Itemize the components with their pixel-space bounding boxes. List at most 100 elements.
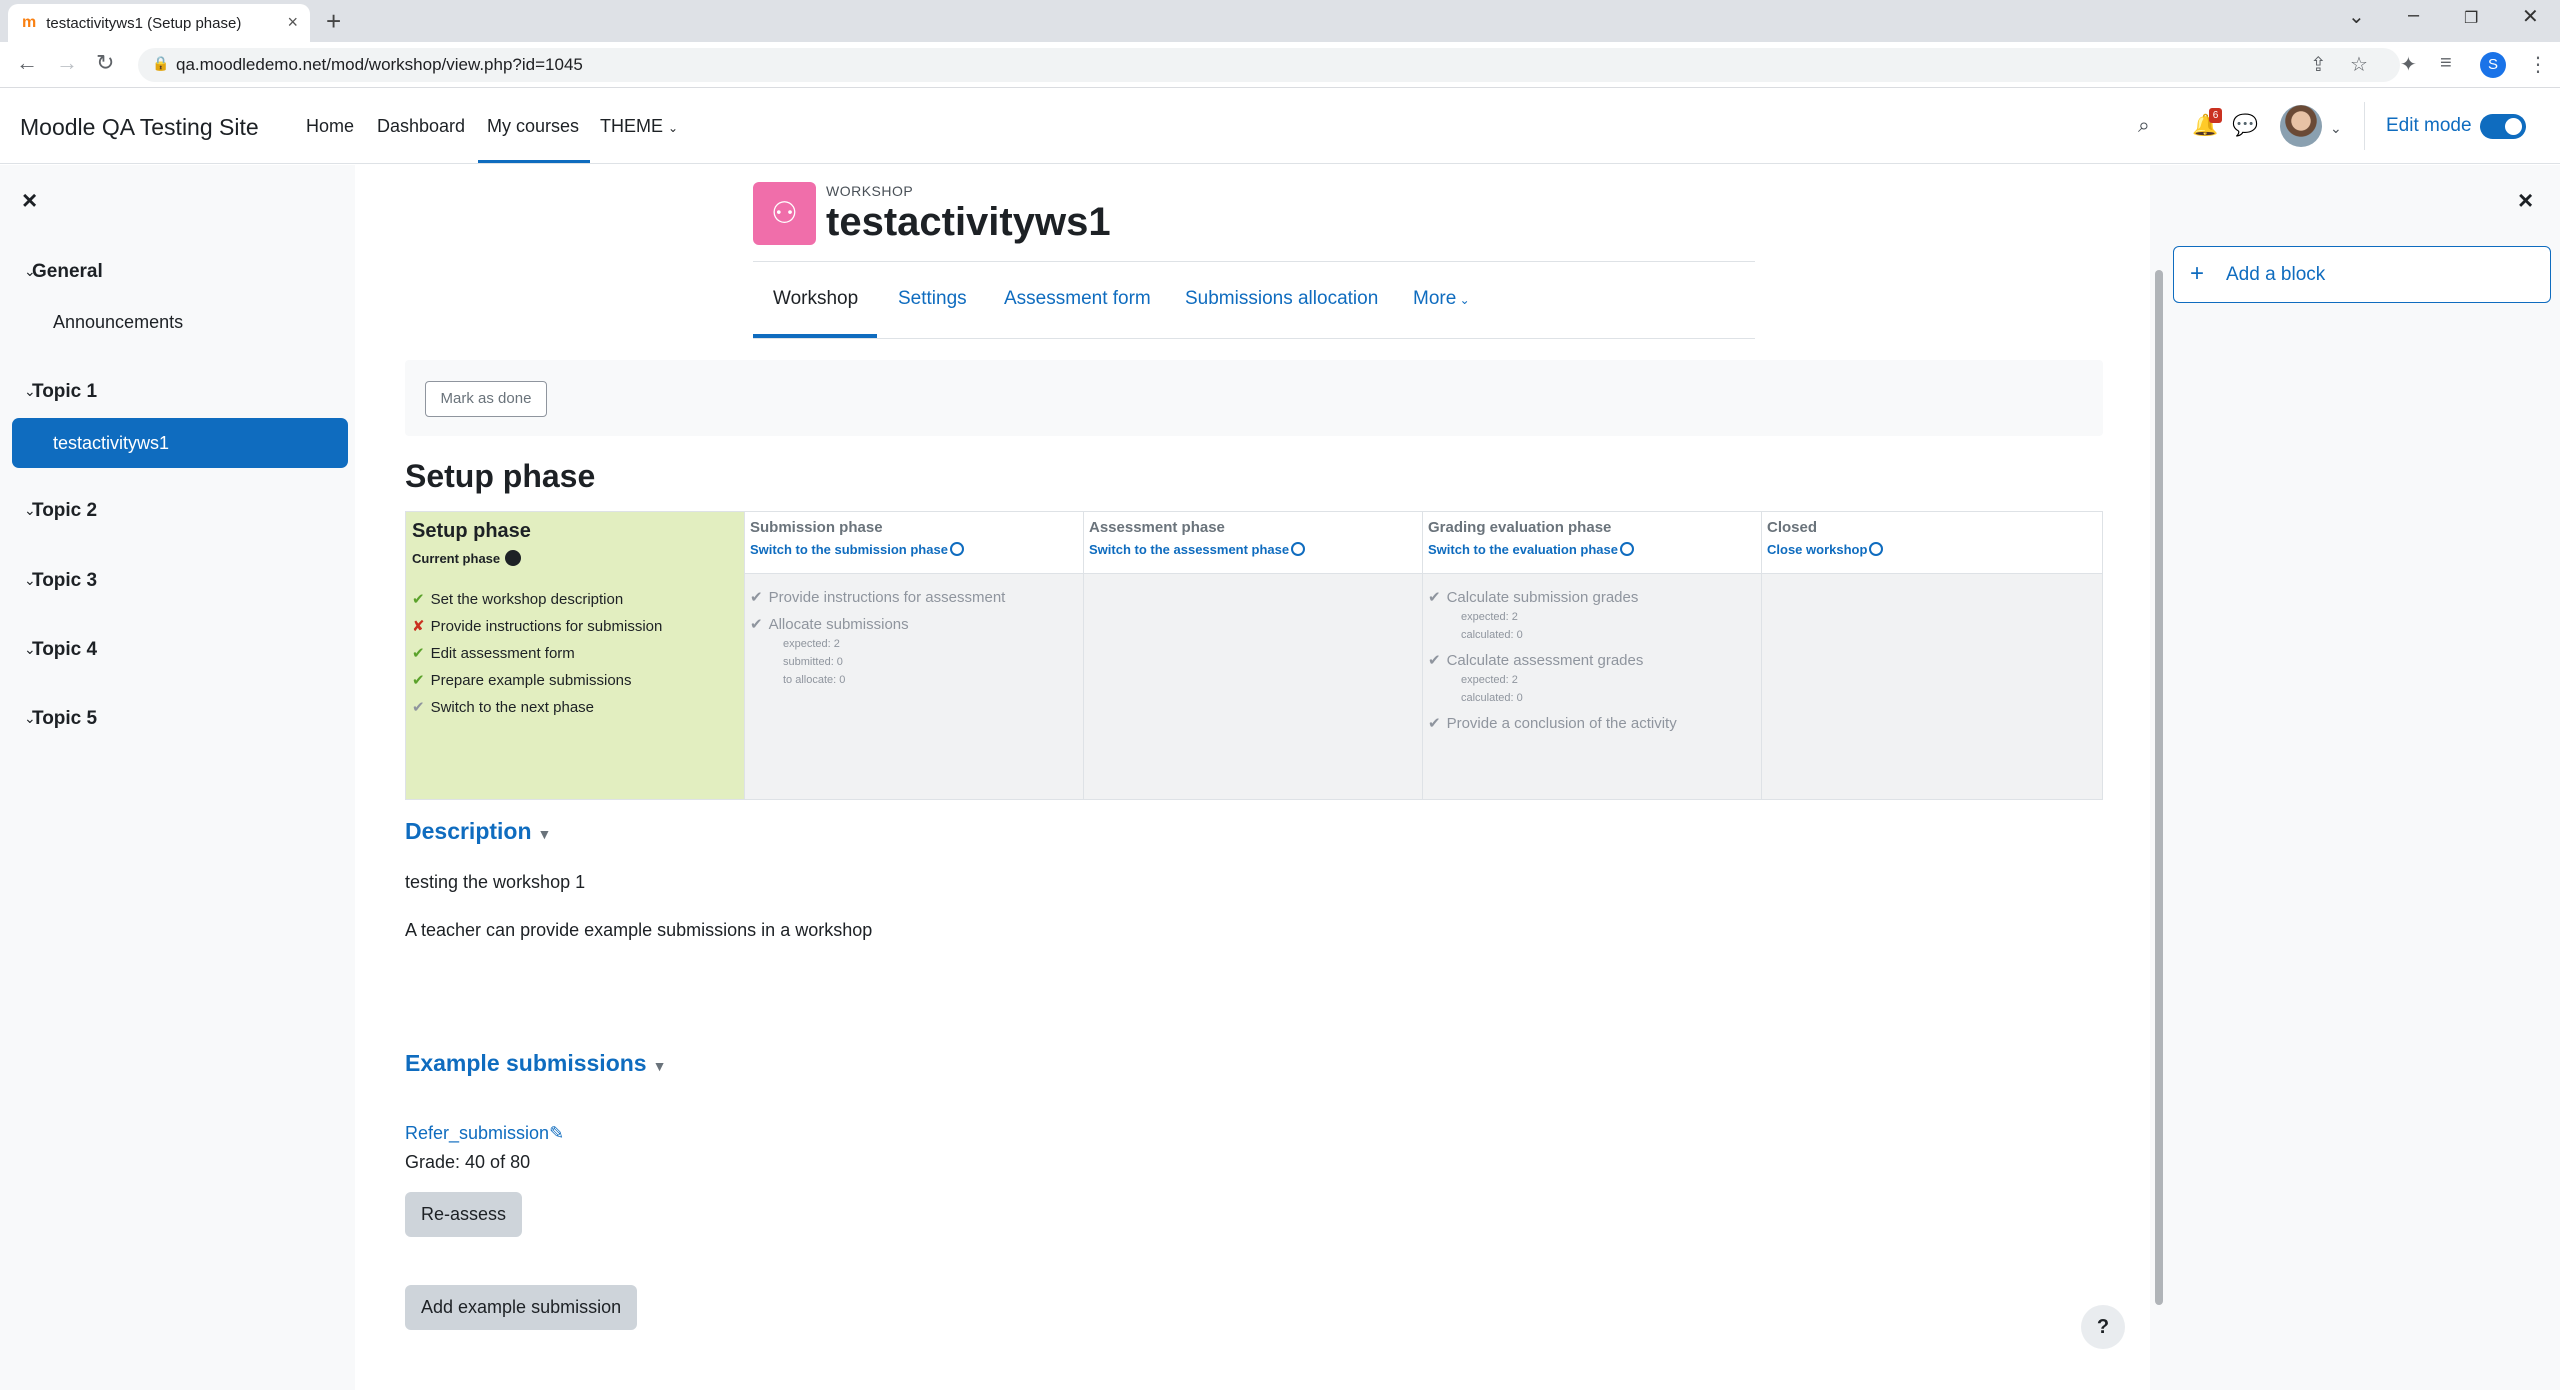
task-detail: to allocate: 0 <box>783 674 846 686</box>
active-nav-indicator <box>478 160 590 163</box>
user-menu-chevron-icon[interactable]: ⌄ <box>2330 120 2342 137</box>
check-icon: ✔ <box>412 699 425 716</box>
plus-icon: + <box>2190 260 2205 287</box>
search-icon[interactable]: ⌕ <box>2138 114 2150 138</box>
task-item: ✔ Calculate submission grades <box>1428 588 1638 606</box>
phase-name: Submission phase <box>750 519 883 536</box>
bookmark-star-icon[interactable]: ☆ <box>2350 52 2368 77</box>
section-general[interactable]: General <box>32 261 103 283</box>
section-topic-4[interactable]: Topic 4 <box>32 639 97 661</box>
section-topic-1[interactable]: Topic 1 <box>32 381 97 403</box>
share-icon[interactable]: ⇪ <box>2310 52 2327 77</box>
phase-closed: Closed Close workshop <box>1762 512 2102 799</box>
tab-submissions-allocation[interactable]: Submissions allocation <box>1185 288 1378 310</box>
tab-more[interactable]: More ⌄ <box>1413 288 1470 310</box>
switch-phase-link[interactable]: Switch to the evaluation phase <box>1428 542 1634 557</box>
switch-phase-link[interactable]: Switch to the assessment phase <box>1089 542 1306 557</box>
nav-theme[interactable]: THEME ⌄ <box>600 116 678 137</box>
section-topic-3[interactable]: Topic 3 <box>32 570 97 592</box>
url-field[interactable]: 🔒 qa.moodledemo.net/mod/workshop/view.ph… <box>138 48 2400 82</box>
add-example-submission-button[interactable]: Add example submission <box>405 1285 638 1330</box>
check-icon: ✔ <box>412 591 425 608</box>
minimize-icon[interactable]: – <box>2408 4 2419 27</box>
check-icon: ✔ <box>750 616 763 633</box>
chevron-down-icon: ⌄ <box>1456 293 1470 307</box>
phase-header: Setup phase Current phase <box>406 512 744 574</box>
nav-my-courses[interactable]: My courses <box>487 116 579 137</box>
browser-profile-avatar[interactable]: S <box>2480 52 2506 78</box>
tab-assessment-form[interactable]: Assessment form <box>1004 288 1151 310</box>
help-button[interactable]: ? <box>2081 1305 2125 1349</box>
task-label: Provide a conclusion of the activity <box>1446 715 1677 732</box>
task-label[interactable]: Provide instructions for submission <box>431 618 663 635</box>
user-avatar[interactable] <box>2280 105 2322 147</box>
browser-tab-bar: m testactivityws1 (Setup phase) × + ⌄ – … <box>0 0 2560 42</box>
item-announcements[interactable]: Announcements <box>53 312 183 333</box>
description-toggle[interactable]: Description ▼ <box>405 818 551 845</box>
close-block-drawer-icon[interactable]: × <box>2518 185 2533 216</box>
task-detail: calculated: 0 <box>1461 692 1523 704</box>
restore-icon[interactable]: ❐ <box>2464 8 2478 28</box>
task-item: ✔ Set the workshop description <box>412 590 623 608</box>
tab-search-icon[interactable]: ⌄ <box>2348 4 2365 29</box>
switch-phase-label: Switch to the evaluation phase <box>1428 542 1618 557</box>
check-icon: ✔ <box>750 589 763 606</box>
tab-close-icon[interactable]: × <box>287 12 298 33</box>
switch-phase-link[interactable]: Close workshop <box>1767 542 1884 557</box>
phase-tasks <box>1084 574 1422 799</box>
divider <box>753 338 1755 339</box>
caret-down-icon: ▼ <box>652 1058 667 1074</box>
phase-submission: Submission phase Switch to the submissio… <box>745 512 1084 799</box>
task-detail: expected: 2 <box>783 638 840 650</box>
notification-badge: 6 <box>2209 108 2222 123</box>
add-block-button[interactable]: + Add a block <box>2173 246 2551 303</box>
task-label: Calculate submission grades <box>1446 589 1639 606</box>
tab-settings[interactable]: Settings <box>898 288 967 310</box>
example-grade: Grade: 40 of 80 <box>405 1152 531 1172</box>
example-submissions-heading: Example submissions <box>405 1050 647 1076</box>
browser-menu-icon[interactable]: ⋮ <box>2528 52 2548 77</box>
divider <box>753 261 1755 262</box>
window-close-icon[interactable]: ✕ <box>2522 4 2539 29</box>
example-submission-link[interactable]: Refer_submission✎ <box>405 1123 564 1144</box>
forward-icon[interactable]: → <box>56 50 78 76</box>
current-phase-label: Current phase <box>412 550 522 566</box>
close-course-index-icon[interactable]: × <box>22 185 37 216</box>
reading-list-icon[interactable]: ≡ <box>2440 52 2452 75</box>
edit-mode-toggle[interactable] <box>2480 114 2526 139</box>
task-label[interactable]: Prepare example submissions <box>431 672 632 689</box>
extensions-icon[interactable]: ✦ <box>2400 52 2417 77</box>
task-detail: expected: 2 <box>1461 674 1518 686</box>
task-label[interactable]: Set the workshop description <box>431 591 624 608</box>
switch-phase-link[interactable]: Switch to the submission phase <box>750 542 964 557</box>
nav-divider <box>2364 102 2365 150</box>
switch-phase-label: Switch to the submission phase <box>750 542 948 557</box>
section-topic-2[interactable]: Topic 2 <box>32 500 97 522</box>
item-testactivityws1[interactable]: testactivityws1 <box>12 418 348 468</box>
phase-grading: Grading evaluation phase Switch to the e… <box>1423 512 1762 799</box>
nav-dashboard[interactable]: Dashboard <box>377 116 465 137</box>
browser-tab[interactable]: m testactivityws1 (Setup phase) × <box>8 4 310 42</box>
section-topic-5[interactable]: Topic 5 <box>32 708 97 730</box>
site-name[interactable]: Moodle QA Testing Site <box>20 114 259 141</box>
phase-assessment: Assessment phase Switch to the assessmen… <box>1084 512 1423 799</box>
new-tab-icon[interactable]: + <box>326 6 341 37</box>
back-icon[interactable]: ← <box>16 50 38 76</box>
example-submissions-toggle[interactable]: Example submissions ▼ <box>405 1050 666 1077</box>
messages-icon[interactable]: 💬 <box>2232 114 2258 138</box>
task-label[interactable]: Edit assessment form <box>431 645 575 662</box>
mark-as-done-button[interactable]: Mark as done <box>425 381 547 417</box>
moodle-favicon-icon: m <box>22 14 37 31</box>
task-item: ✔ Provide instructions for assessment <box>750 588 1005 606</box>
block-drawer: × <box>2150 165 2560 1390</box>
switch-phase-label: Switch to the assessment phase <box>1089 542 1290 557</box>
reassess-button[interactable]: Re-assess <box>405 1192 523 1237</box>
check-icon: ✔ <box>412 645 425 662</box>
tab-workshop[interactable]: Workshop <box>773 288 858 310</box>
pencil-icon[interactable]: ✎ <box>549 1123 564 1143</box>
example-submission-title: Refer_submission <box>405 1123 550 1143</box>
reload-icon[interactable]: ↻ <box>96 50 114 76</box>
scrollbar[interactable] <box>2155 270 2163 1305</box>
nav-home[interactable]: Home <box>306 116 354 137</box>
task-item: ✔ Allocate submissions <box>750 615 909 633</box>
